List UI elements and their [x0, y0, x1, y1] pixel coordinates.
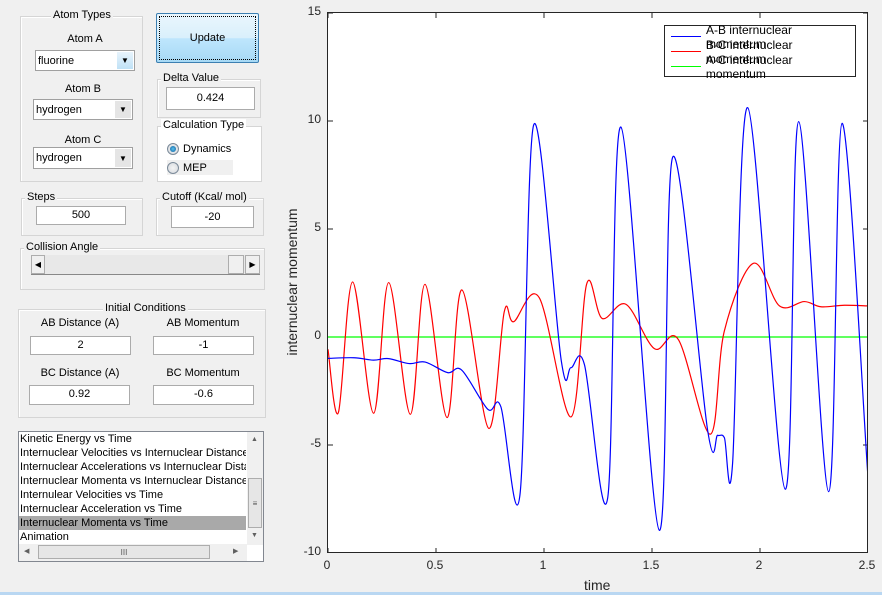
- bc-distance-input[interactable]: 0.92: [29, 385, 130, 405]
- y-axis-label: internuclear momentum: [284, 208, 300, 356]
- radio-mep[interactable]: MEP: [167, 160, 233, 175]
- list-item[interactable]: Kinetic Energy vs Time: [19, 432, 246, 446]
- y-tick-label: 5: [314, 220, 321, 234]
- atom-b-value: hydrogen: [36, 103, 82, 116]
- legend-label: A-C internuclear momentum: [705, 52, 793, 81]
- y-tick-label: 0: [314, 328, 321, 342]
- steps-input[interactable]: 500: [36, 206, 126, 225]
- scroll-right-arrow-icon[interactable]: ▶: [233, 547, 238, 555]
- x-tick-label: 2: [755, 558, 763, 572]
- scroll-right-arrow-icon[interactable]: ▶: [245, 255, 260, 274]
- slider-thumb[interactable]: [228, 255, 244, 274]
- scroll-left-arrow-icon[interactable]: ◀: [31, 255, 45, 274]
- radio-selected-icon: [167, 143, 179, 155]
- plot-canvas: [328, 13, 867, 552]
- radio-dynamics[interactable]: Dynamics: [167, 143, 231, 155]
- series-line-bc: [328, 262, 867, 435]
- y-tick-label: 10: [307, 112, 321, 126]
- atom-a-label: Atom A: [67, 33, 103, 45]
- legend-swatch: [671, 36, 701, 37]
- list-item[interactable]: Internuclear Momenta vs Internuclear Dis…: [19, 474, 246, 488]
- list-item[interactable]: Internulear Velocities vs Time: [19, 488, 246, 502]
- chevron-down-icon: ▼: [117, 52, 133, 69]
- collision-angle-title: Collision Angle: [24, 241, 101, 253]
- vertical-scroll-thumb[interactable]: ≡: [248, 478, 262, 528]
- cutoff-title: Cutoff (Kcal/ mol): [160, 191, 249, 203]
- delta-value-title: Delta Value: [161, 72, 222, 84]
- atom-b-select[interactable]: hydrogen ▼: [33, 99, 133, 120]
- legend-entry: A-C internuclear momentum: [665, 53, 855, 81]
- atom-a-value: fluorine: [38, 54, 75, 67]
- atom-c-label: Atom C: [64, 134, 102, 146]
- scroll-down-arrow-icon[interactable]: ▼: [251, 532, 258, 539]
- list-item[interactable]: Internuclear Acceleration vs Time: [19, 502, 246, 516]
- list-item[interactable]: Internuclear Momenta vs Time: [19, 516, 246, 530]
- list-item[interactable]: Internuclear Velocities vs Internuclear …: [19, 446, 246, 460]
- chevron-down-icon: ▼: [115, 101, 131, 118]
- x-tick-label: 1: [539, 558, 547, 572]
- radio-dynamics-label: Dynamics: [183, 143, 232, 155]
- scroll-up-arrow-icon[interactable]: ▲: [251, 436, 258, 443]
- plot-type-listbox[interactable]: Kinetic Energy vs Time Internuclear Veloc…: [18, 431, 264, 562]
- atom-b-label: Atom B: [64, 83, 102, 95]
- atom-c-select[interactable]: hydrogen ▼: [33, 147, 133, 169]
- legend: A-B internuclear momentum B-C internuclea…: [664, 23, 856, 81]
- ab-momentum-input[interactable]: -1: [153, 336, 254, 355]
- bc-distance-label: BC Distance (A): [40, 367, 120, 379]
- calculation-type-title: Calculation Type: [161, 119, 247, 131]
- atom-types-title: Atom Types: [51, 9, 113, 21]
- radio-mep-label: MEP: [183, 161, 207, 174]
- legend-swatch: [671, 66, 701, 67]
- plot-axes[interactable]: [327, 12, 868, 553]
- legend-swatch: [671, 51, 701, 52]
- chevron-down-icon: ▼: [115, 149, 131, 167]
- x-tick-label: 0.5: [426, 558, 444, 572]
- cutoff-input[interactable]: -20: [171, 206, 254, 228]
- radio-unselected-icon: [167, 161, 179, 174]
- horizontal-scrollbar[interactable]: ◀ III ▶: [19, 544, 247, 561]
- atom-c-value: hydrogen: [36, 152, 82, 164]
- y-tick-label: -5: [310, 436, 321, 450]
- vertical-scrollbar[interactable]: ▲ ≡ ▼: [247, 432, 263, 545]
- update-button[interactable]: Update: [156, 13, 259, 63]
- collision-angle-slider[interactable]: ◀ ▶: [31, 255, 260, 275]
- horizontal-scroll-thumb[interactable]: III: [38, 545, 210, 559]
- x-tick-label: 1.5: [642, 558, 660, 572]
- series-line-ab: [328, 106, 867, 531]
- list-item[interactable]: Animation: [19, 530, 246, 544]
- bc-momentum-input[interactable]: -0.6: [153, 385, 254, 405]
- x-tick-label: 0: [323, 558, 331, 572]
- initial-conditions-title: Initial Conditions: [103, 302, 188, 314]
- ab-distance-input[interactable]: 2: [30, 336, 131, 355]
- x-tick-label: 2.5: [858, 558, 876, 572]
- y-tick-label: -10: [303, 544, 321, 558]
- y-tick-label: 15: [307, 4, 321, 18]
- ab-distance-label: AB Distance (A): [40, 317, 120, 329]
- atom-a-select[interactable]: fluorine ▼: [35, 50, 135, 71]
- x-axis-label: time: [584, 577, 611, 593]
- delta-value-input[interactable]: 0.424: [166, 87, 255, 110]
- list-item[interactable]: Internuclear Accelerations vs Internucle…: [19, 460, 246, 474]
- scroll-left-arrow-icon[interactable]: ◀: [24, 547, 29, 555]
- bc-momentum-label: BC Momentum: [166, 367, 240, 379]
- ab-momentum-label: AB Momentum: [166, 317, 240, 329]
- steps-title: Steps: [25, 191, 58, 203]
